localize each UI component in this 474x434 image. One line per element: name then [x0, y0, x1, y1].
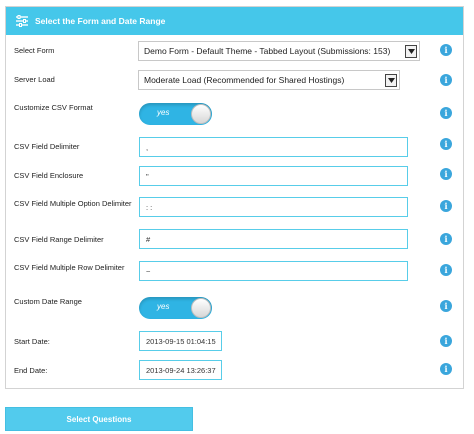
csv-enclosure-input[interactable]: ": [139, 166, 408, 186]
toggle-knob: [191, 104, 211, 124]
info-icon[interactable]: i: [440, 74, 452, 86]
info-icon[interactable]: i: [440, 233, 452, 245]
csv-multi-row-label: CSV Field Multiple Row Delimiter: [14, 263, 125, 272]
info-icon[interactable]: i: [440, 363, 452, 375]
panel-title: Select the Form and Date Range: [35, 16, 166, 26]
info-icon[interactable]: i: [440, 335, 452, 347]
server-load-value: Moderate Load (Recommended for Shared Ho…: [144, 75, 345, 85]
info-icon[interactable]: i: [440, 200, 452, 212]
csv-delimiter-input[interactable]: ,: [139, 137, 408, 157]
customize-csv-toggle[interactable]: yes: [139, 103, 212, 125]
info-icon[interactable]: i: [440, 264, 452, 276]
csv-delimiter-label: CSV Field Delimiter: [14, 142, 80, 151]
chevron-down-icon[interactable]: [385, 74, 397, 87]
server-load-label: Server Load: [14, 75, 55, 84]
toggle-state: yes: [157, 108, 170, 117]
sliders-icon: [15, 14, 29, 28]
toggle-state: yes: [157, 302, 170, 311]
start-date-label: Start Date:: [14, 337, 50, 346]
info-icon[interactable]: i: [440, 107, 452, 119]
chevron-down-icon[interactable]: [405, 45, 417, 58]
custom-date-toggle[interactable]: yes: [139, 297, 212, 319]
server-load-dropdown[interactable]: Moderate Load (Recommended for Shared Ho…: [138, 70, 400, 90]
end-date-label: End Date:: [14, 366, 48, 375]
info-icon[interactable]: i: [440, 44, 452, 56]
custom-date-label: Custom Date Range: [14, 297, 82, 306]
csv-multi-option-input[interactable]: : :: [139, 197, 408, 217]
select-form-label: Select Form: [14, 46, 55, 55]
end-date-input[interactable]: 2013-09-24 13:26:37: [139, 360, 222, 380]
start-date-input[interactable]: 2013-09-15 01:04:15: [139, 331, 222, 351]
info-icon[interactable]: i: [440, 300, 452, 312]
csv-multi-option-label: CSV Field Multiple Option Delimiter: [14, 199, 132, 208]
select-form-value: Demo Form - Default Theme - Tabbed Layou…: [144, 46, 391, 56]
panel-header: Select the Form and Date Range: [6, 7, 463, 35]
csv-multi-row-input[interactable]: ~: [139, 261, 408, 281]
info-icon[interactable]: i: [440, 168, 452, 180]
customize-csv-label: Customize CSV Format: [14, 103, 93, 112]
csv-range-input[interactable]: #: [139, 229, 408, 249]
toggle-knob: [191, 298, 211, 318]
select-questions-button[interactable]: Select Questions: [5, 407, 193, 431]
select-form-dropdown[interactable]: Demo Form - Default Theme - Tabbed Layou…: [138, 41, 420, 61]
csv-enclosure-label: CSV Field Enclosure: [14, 171, 84, 180]
info-icon[interactable]: i: [440, 138, 452, 150]
csv-range-label: CSV Field Range Delimiter: [14, 235, 104, 244]
